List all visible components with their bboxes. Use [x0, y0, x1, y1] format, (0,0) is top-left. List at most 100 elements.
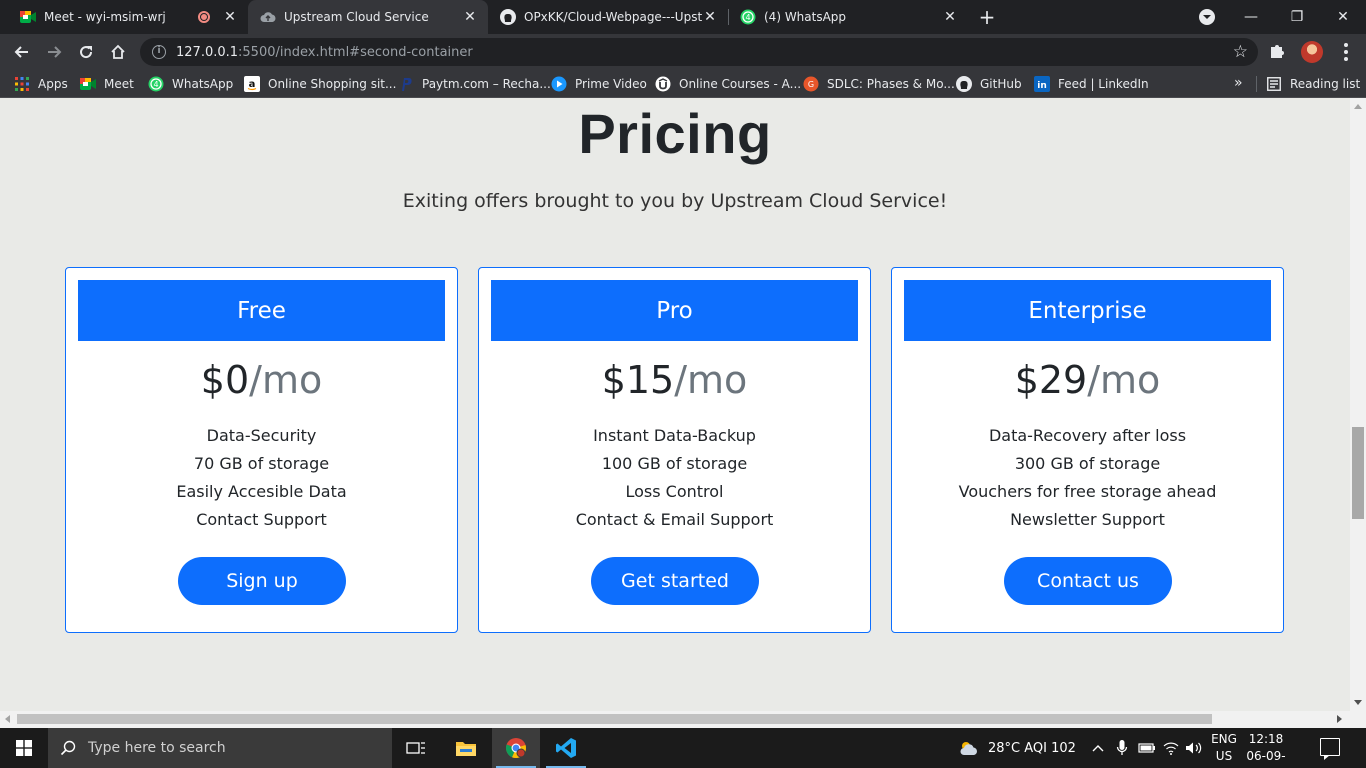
bookmark-prime-video[interactable]: Prime Video	[551, 70, 647, 98]
contact-us-button[interactable]: Contact us	[1004, 557, 1172, 605]
reading-list-button[interactable]: Reading list	[1266, 70, 1360, 98]
tab-title: Meet - wyi-msim-wrj	[44, 10, 166, 24]
weather-widget[interactable]: 28°C AQI 102	[958, 728, 1076, 768]
sign-up-button[interactable]: Sign up	[178, 557, 346, 605]
cloud-icon	[260, 9, 276, 25]
wifi-icon[interactable]	[1163, 728, 1179, 768]
price-amount: $0	[200, 358, 250, 402]
bookmark-github[interactable]: GitHub	[956, 70, 1022, 98]
vscode-icon[interactable]	[542, 728, 590, 768]
url-host: 127.0.0.1	[176, 44, 239, 60]
get-started-button[interactable]: Get started	[591, 557, 759, 605]
tab-github[interactable]: OPxKK/Cloud-Webpage---Upstre ✕	[488, 0, 728, 34]
tab-whatsapp[interactable]: 4 (4) WhatsApp ✕	[728, 0, 968, 34]
tab-upstream-cloud[interactable]: Upstream Cloud Service ✕	[248, 0, 488, 34]
notification-center-icon[interactable]	[1320, 738, 1340, 760]
windows-start-icon[interactable]	[0, 728, 48, 768]
extensions-puzzle-icon[interactable]	[1268, 42, 1288, 62]
price-period: /mo	[674, 358, 748, 402]
new-tab-button[interactable]: +	[976, 6, 998, 28]
file-explorer-icon[interactable]	[442, 728, 490, 768]
volume-icon[interactable]	[1185, 728, 1203, 768]
tab-title: OPxKK/Cloud-Webpage---Upstre	[524, 10, 702, 24]
horizontal-scrollbar[interactable]	[0, 711, 1366, 728]
feature-item: 100 GB of storage	[601, 454, 748, 473]
clock-date: 06-09-2021	[1246, 749, 1286, 768]
restore-icon[interactable]: ❐	[1274, 0, 1320, 34]
feature-item: Contact & Email Support	[575, 510, 774, 529]
bookmark-amazon[interactable]: a Online Shopping sit...	[244, 70, 396, 98]
taskbar-search-box[interactable]: Type here to search	[48, 728, 392, 768]
plan-name: Enterprise	[904, 280, 1271, 341]
bookmark-apps[interactable]: Apps	[14, 70, 68, 98]
google-meet-icon	[80, 76, 96, 92]
close-tab-icon[interactable]: ✕	[942, 9, 958, 25]
apps-grid-icon	[14, 76, 30, 92]
close-tab-icon[interactable]: ✕	[462, 9, 478, 25]
back-icon[interactable]	[8, 38, 36, 66]
scroll-up-icon[interactable]	[1354, 104, 1362, 109]
bookmark-sdlc[interactable]: G SDLC: Phases & Mo...	[803, 70, 955, 98]
bookmark-meet[interactable]: Meet	[80, 70, 134, 98]
clock-time: 12:18	[1248, 732, 1284, 746]
github-icon	[500, 9, 516, 25]
reload-icon[interactable]	[72, 38, 100, 66]
feature-item: Instant Data-Backup	[593, 426, 756, 445]
tab-strip: Meet - wyi-msim-wrj ✕ Upstream Cloud Ser…	[0, 0, 1366, 34]
close-window-icon[interactable]: ✕	[1320, 0, 1366, 34]
language-code: ENG	[1211, 732, 1237, 746]
google-meet-icon	[20, 9, 36, 25]
task-view-icon[interactable]	[392, 728, 440, 768]
feature-item: Loss Control	[625, 482, 724, 501]
forward-icon[interactable]	[40, 38, 68, 66]
vertical-scroll-thumb[interactable]	[1352, 427, 1364, 519]
amazon-icon: a	[244, 76, 260, 92]
bookmark-paytm[interactable]: Paytm.com – Recha...	[398, 70, 551, 98]
bookmark-whatsapp[interactable]: 4 WhatsApp	[148, 70, 233, 98]
system-clock[interactable]: 12:18 06-09-2021	[1244, 731, 1288, 768]
tab-meet[interactable]: Meet - wyi-msim-wrj ✕	[8, 0, 248, 34]
feature-list: Data-Recovery after loss 300 GB of stora…	[892, 422, 1283, 534]
close-tab-icon[interactable]: ✕	[222, 9, 238, 25]
feature-item: 70 GB of storage	[193, 454, 330, 473]
more-bookmarks-icon[interactable]: »	[1234, 75, 1243, 91]
page-viewport: Pricing Exiting offers brought to you by…	[0, 98, 1350, 711]
scroll-right-icon[interactable]	[1337, 715, 1342, 723]
bookmark-label: Apps	[38, 77, 68, 91]
bookmark-linkedin[interactable]: in Feed | LinkedIn	[1034, 70, 1149, 98]
vertical-scrollbar[interactable]	[1350, 98, 1366, 711]
input-language[interactable]: ENG US	[1208, 731, 1240, 765]
svg-text:4: 4	[153, 80, 158, 89]
profile-avatar[interactable]	[1301, 41, 1323, 63]
bookmark-label: Paytm.com – Recha...	[422, 77, 551, 91]
feature-item: Contact Support	[196, 510, 327, 529]
battery-icon[interactable]	[1138, 728, 1156, 768]
microphone-icon[interactable]	[1116, 728, 1128, 768]
home-icon[interactable]	[104, 38, 132, 66]
scroll-left-icon[interactable]	[5, 715, 10, 723]
browser-menu-icon[interactable]	[1338, 40, 1354, 64]
bookmark-label: Feed | LinkedIn	[1058, 77, 1149, 91]
bookmark-star-icon[interactable]: ☆	[1233, 42, 1248, 62]
scroll-down-icon[interactable]	[1354, 700, 1362, 705]
reading-list-label: Reading list	[1290, 77, 1361, 91]
whatsapp-icon: 4	[148, 76, 164, 92]
horizontal-scroll-thumb[interactable]	[17, 714, 1212, 724]
address-bar[interactable]: i 127.0.0.1:5500/index.html#second-conta…	[140, 38, 1258, 66]
minimize-icon[interactable]: —	[1228, 0, 1274, 34]
tab-search-icon[interactable]	[1199, 9, 1215, 25]
tab-title: (4) WhatsApp	[764, 10, 847, 24]
search-icon	[48, 740, 88, 756]
show-hidden-icons[interactable]	[1091, 728, 1105, 768]
bookmark-label: Meet	[104, 77, 134, 91]
bookmark-udemy[interactable]: Online Courses - A...	[655, 70, 801, 98]
udemy-icon	[655, 76, 671, 92]
close-tab-icon[interactable]: ✕	[702, 9, 718, 25]
plan-name: Pro	[491, 280, 858, 341]
chrome-taskbar-icon[interactable]	[492, 728, 540, 768]
site-info-icon[interactable]: i	[152, 45, 166, 59]
feature-item: Easily Accesible Data	[176, 482, 347, 501]
feature-item: Newsletter Support	[1010, 510, 1165, 529]
bookmark-label: GitHub	[980, 77, 1022, 91]
browser-toolbar: i 127.0.0.1:5500/index.html#second-conta…	[0, 34, 1366, 70]
